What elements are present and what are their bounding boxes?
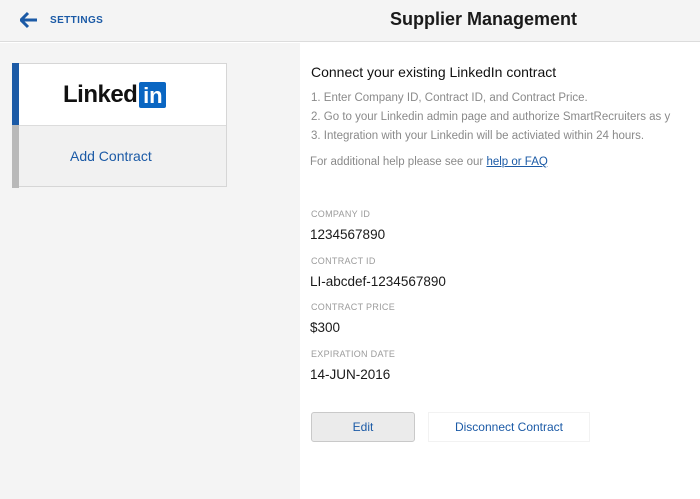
company-id-value: 1234567890 (310, 227, 386, 242)
top-bar: SETTINGS Supplier Management (0, 0, 700, 42)
section-title: Connect your existing LinkedIn contract (311, 64, 557, 80)
expiration-date-value: 14-JUN-2016 (310, 367, 391, 382)
contract-price-label: CONTRACT PRICE (311, 302, 396, 312)
instruction-step: 3. Integration with your Linkedin will b… (311, 130, 645, 142)
instruction-step: 1. Enter Company ID, Contract ID, and Co… (311, 92, 588, 104)
help-text: For additional help please see our help … (310, 156, 548, 168)
left-arrow-icon (20, 11, 37, 29)
linkedin-in-badge: in (139, 82, 167, 108)
linkedin-logo-text: Linked (63, 81, 138, 108)
edit-button[interactable]: Edit (311, 412, 415, 442)
contract-id-label: CONTRACT ID (311, 256, 376, 266)
contract-id-value: LI-abcdef-1234567890 (310, 274, 446, 289)
back-label: SETTINGS (50, 14, 104, 26)
instruction-step: 2. Go to your Linkedin admin page and au… (311, 111, 671, 123)
help-faq-link[interactable]: help or FAQ (486, 156, 547, 168)
page-title: Supplier Management (390, 9, 578, 29)
contract-details-panel: Connect your existing LinkedIn contract … (300, 43, 700, 499)
selected-indicator (12, 63, 19, 125)
back-to-settings-button[interactable]: SETTINGS (20, 11, 103, 29)
contract-price-value: $300 (310, 320, 341, 335)
add-contract-link[interactable]: Add Contract (70, 148, 152, 164)
expiration-date-label: EXPIRATION DATE (311, 349, 396, 359)
disconnect-contract-button[interactable]: Disconnect Contract (428, 412, 590, 442)
company-id-label: COMPANY ID (311, 209, 371, 219)
card-edge (12, 125, 19, 188)
supplier-list-pane: Linked in Add Contract (0, 43, 300, 499)
linkedin-logo: Linked in (63, 81, 167, 109)
help-prefix: For additional help please see our (310, 156, 487, 168)
instruction-steps: 1. Enter Company ID, Contract ID, and Co… (311, 89, 700, 146)
linkedin-supplier-card[interactable]: Linked in Add Contract (12, 63, 227, 188)
